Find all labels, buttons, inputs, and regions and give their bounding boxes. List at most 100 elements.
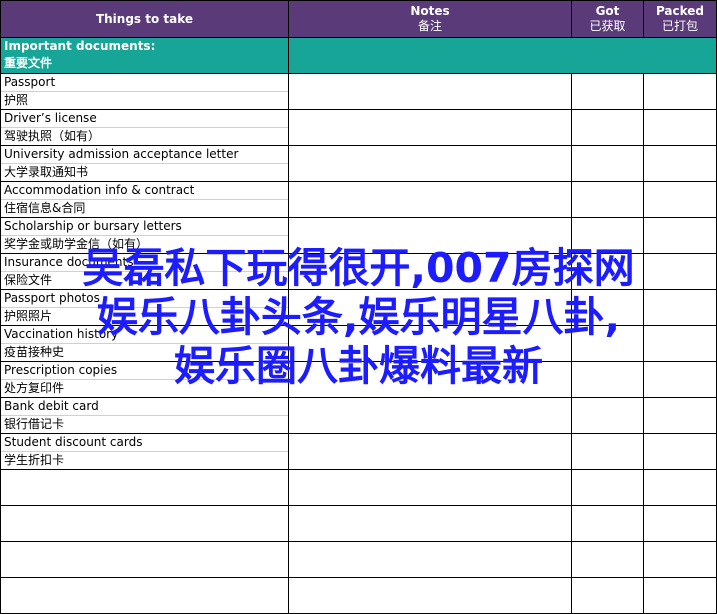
got-checkbox-cell[interactable] <box>571 433 644 470</box>
item-cell: Passport 护照 <box>0 73 289 110</box>
item-cell: Insurance documents 保险文件 <box>0 253 289 290</box>
category-fill <box>288 37 717 74</box>
packed-checkbox-cell[interactable] <box>643 145 717 182</box>
item-label-en: Passport <box>1 75 288 92</box>
notes-cell[interactable] <box>288 505 572 542</box>
checklist-row: Accommodation info & contract 住宿信息&合同 <box>0 181 717 218</box>
packed-checkbox-cell[interactable] <box>643 433 717 470</box>
got-checkbox-cell[interactable] <box>571 181 644 218</box>
notes-cell[interactable] <box>288 109 572 146</box>
item-cell: Accommodation info & contract 住宿信息&合同 <box>0 181 289 218</box>
packed-checkbox-cell[interactable] <box>643 289 717 326</box>
notes-cell[interactable] <box>288 289 572 326</box>
packed-checkbox-cell[interactable] <box>643 73 717 110</box>
item-label-en: Bank debit card <box>1 399 288 416</box>
item-cell: Scholarship or bursary letters 奖学金或助学金信（如… <box>0 217 289 254</box>
category-label: Important documents: 重要文件 <box>0 37 289 74</box>
item-label-zh: 保险文件 <box>4 273 53 287</box>
notes-cell[interactable] <box>288 397 572 434</box>
item-label-zh: 驾驶执照（如有） <box>4 129 101 143</box>
packed-checkbox-cell[interactable] <box>643 217 717 254</box>
packing-checklist-table: Things to take Notes 备注 Got 已获取 Packed 已打包 … <box>0 0 717 614</box>
got-checkbox-cell[interactable] <box>571 505 644 542</box>
checklist-row: Vaccination history 疫苗接种史 <box>0 325 717 362</box>
packed-checkbox-cell[interactable] <box>643 253 717 290</box>
checklist-row: Driver’s license 驾驶执照（如有） <box>0 109 717 146</box>
checklist-row: Passport 护照 <box>0 73 717 110</box>
header-row: Things to take Notes 备注 Got 已获取 Packed 已打包 <box>0 0 717 38</box>
packed-checkbox-cell[interactable] <box>643 469 717 506</box>
checklist-row: University admission acceptance letter 大学… <box>0 145 717 182</box>
item-label-zh: 银行借记卡 <box>4 417 65 431</box>
packed-checkbox-cell[interactable] <box>643 361 717 398</box>
got-checkbox-cell[interactable] <box>571 397 644 434</box>
packed-checkbox-cell[interactable] <box>643 541 717 578</box>
item-cell <box>0 541 289 578</box>
blank-row <box>0 577 717 614</box>
item-label-en: Student discount cards <box>1 435 288 452</box>
item-label-en: Accommodation info & contract <box>1 183 288 200</box>
notes-cell[interactable] <box>288 145 572 182</box>
notes-cell[interactable] <box>288 541 572 578</box>
item-label-zh: 学生折扣卡 <box>4 453 65 467</box>
item-cell <box>0 505 289 542</box>
item-label-en: Insurance documents <box>1 255 288 272</box>
item-cell <box>0 469 289 506</box>
item-label-zh: 疫苗接种史 <box>4 345 65 359</box>
checklist-row: Prescription copies 处方复印件 <box>0 361 717 398</box>
packed-checkbox-cell[interactable] <box>643 577 717 614</box>
item-label-zh: 大学录取通知书 <box>4 165 89 179</box>
notes-cell[interactable] <box>288 577 572 614</box>
got-checkbox-cell[interactable] <box>571 253 644 290</box>
item-label-en: Vaccination history <box>1 327 288 344</box>
item-label-en: University admission acceptance letter <box>1 147 288 164</box>
notes-cell[interactable] <box>288 181 572 218</box>
category-row: Important documents: 重要文件 <box>0 37 717 74</box>
got-checkbox-cell[interactable] <box>571 325 644 362</box>
notes-cell[interactable] <box>288 73 572 110</box>
packed-checkbox-cell[interactable] <box>643 397 717 434</box>
item-label-en: Passport photos <box>1 291 288 308</box>
item-cell: University admission acceptance letter 大学… <box>0 145 289 182</box>
notes-cell[interactable] <box>288 361 572 398</box>
checklist-row: Passport photos 护照照片 <box>0 289 717 326</box>
blank-row <box>0 505 717 542</box>
notes-cell[interactable] <box>288 469 572 506</box>
checklist-row: Bank debit card 银行借记卡 <box>0 397 717 434</box>
item-label-zh: 护照照片 <box>4 309 53 323</box>
blank-row <box>0 469 717 506</box>
packed-checkbox-cell[interactable] <box>643 109 717 146</box>
got-checkbox-cell[interactable] <box>571 361 644 398</box>
item-cell: Driver’s license 驾驶执照（如有） <box>0 109 289 146</box>
got-checkbox-cell[interactable] <box>571 289 644 326</box>
got-checkbox-cell[interactable] <box>571 541 644 578</box>
item-cell: Bank debit card 银行借记卡 <box>0 397 289 434</box>
item-cell: Prescription copies 处方复印件 <box>0 361 289 398</box>
notes-cell[interactable] <box>288 253 572 290</box>
checklist-row: Scholarship or bursary letters 奖学金或助学金信（如… <box>0 217 717 254</box>
got-checkbox-cell[interactable] <box>571 217 644 254</box>
packed-checkbox-cell[interactable] <box>643 325 717 362</box>
item-cell: Passport photos 护照照片 <box>0 289 289 326</box>
item-label-en: Scholarship or bursary letters <box>1 219 288 236</box>
got-checkbox-cell[interactable] <box>571 469 644 506</box>
header-got: Got 已获取 <box>571 0 644 38</box>
got-checkbox-cell[interactable] <box>571 577 644 614</box>
notes-cell[interactable] <box>288 325 572 362</box>
header-notes: Notes 备注 <box>288 0 572 38</box>
notes-cell[interactable] <box>288 433 572 470</box>
item-label-zh: 奖学金或助学金信（如有） <box>4 237 149 251</box>
item-cell <box>0 577 289 614</box>
item-label-en: Prescription copies <box>1 363 288 380</box>
checklist-row: Student discount cards 学生折扣卡 <box>0 433 717 470</box>
item-cell: Vaccination history 疫苗接种史 <box>0 325 289 362</box>
blank-row <box>0 541 717 578</box>
got-checkbox-cell[interactable] <box>571 73 644 110</box>
packed-checkbox-cell[interactable] <box>643 181 717 218</box>
item-label-zh: 处方复印件 <box>4 381 65 395</box>
notes-cell[interactable] <box>288 217 572 254</box>
got-checkbox-cell[interactable] <box>571 145 644 182</box>
item-label-en: Driver’s license <box>1 111 288 128</box>
packed-checkbox-cell[interactable] <box>643 505 717 542</box>
got-checkbox-cell[interactable] <box>571 109 644 146</box>
